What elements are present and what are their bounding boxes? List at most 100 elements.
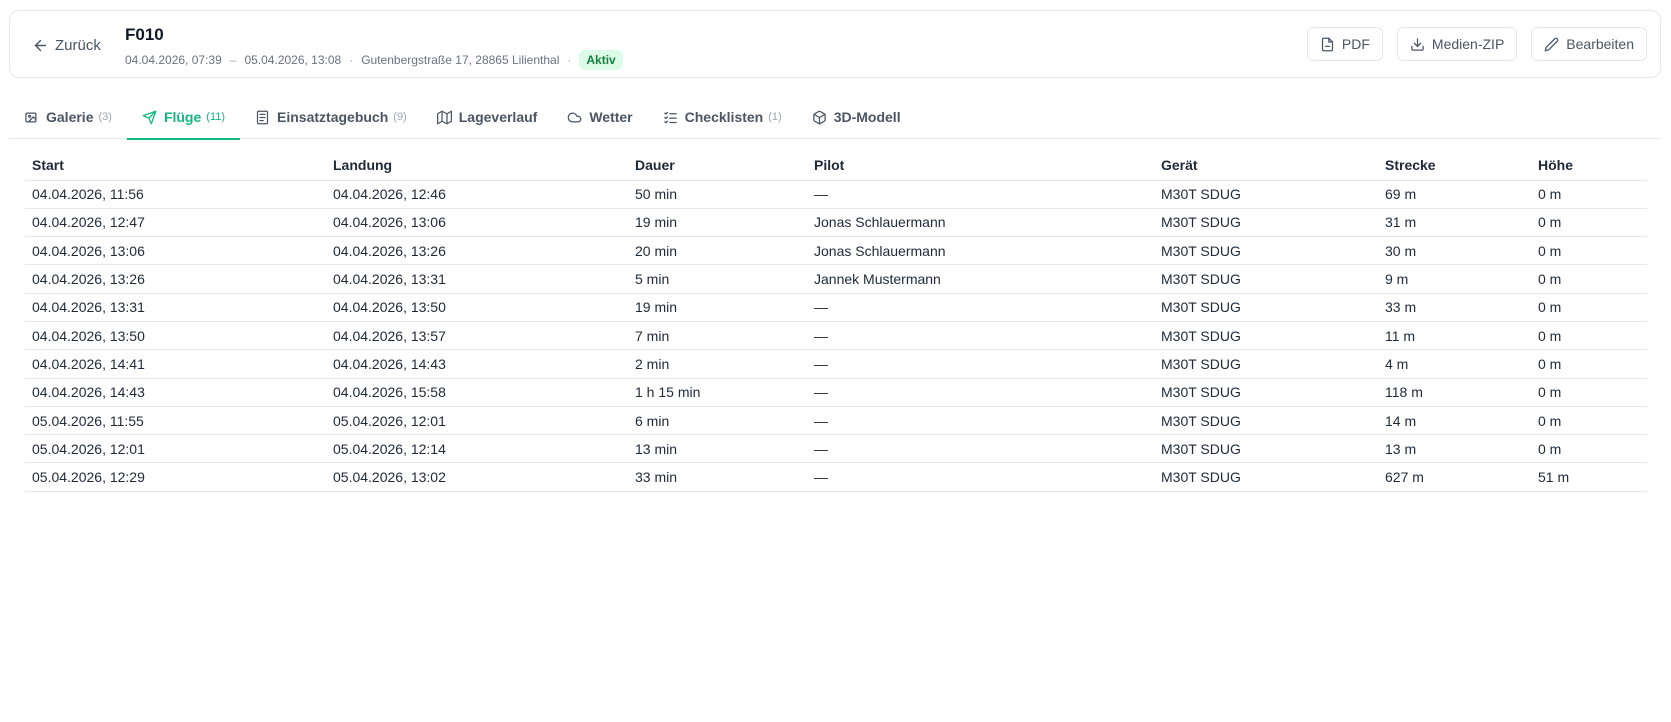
cell-distance: 118 m <box>1378 378 1531 407</box>
cell-altitude: 0 m <box>1531 321 1647 351</box>
cell-device: M30T SDUG <box>1154 180 1378 209</box>
table-row[interactable]: 04.04.2026, 13:06 04.04.2026, 13:26 20 min… <box>25 236 1647 266</box>
column-header-duration[interactable]: Dauer <box>628 150 807 181</box>
cell-start: 04.04.2026, 12:47 <box>25 208 326 238</box>
tab-3d-model[interactable]: 3D-Modell <box>797 95 916 139</box>
mission-title-block: F010 04.04.2026, 07:39 – 05.04.2026, 13:… <box>125 24 623 70</box>
column-header-pilot[interactable]: Pilot <box>807 150 1154 181</box>
cell-pilot: Jonas Schlauermann <box>807 208 1154 238</box>
tab-count: (3) <box>98 111 112 123</box>
cell-duration: 7 min <box>628 321 807 351</box>
column-header-start[interactable]: Start <box>25 150 326 181</box>
cell-altitude: 0 m <box>1531 180 1647 209</box>
tab-count: (9) <box>393 111 407 123</box>
cell-device: M30T SDUG <box>1154 434 1378 464</box>
pencil-icon <box>1544 37 1559 51</box>
tab-count: (11) <box>206 111 226 123</box>
cell-duration: 19 min <box>628 208 807 238</box>
table-row[interactable]: 04.04.2026, 13:50 04.04.2026, 13:57 7 min —… <box>25 321 1647 351</box>
cell-start: 04.04.2026, 14:43 <box>25 378 326 407</box>
cell-pilot: — <box>807 349 1154 379</box>
cell-pilot: Jannek Mustermann <box>807 264 1154 294</box>
cell-device: M30T SDUG <box>1154 462 1378 492</box>
tab-checklists[interactable]: Checklisten (1) <box>648 95 797 139</box>
cell-device: M30T SDUG <box>1154 208 1378 238</box>
cell-duration: 33 min <box>628 462 807 492</box>
cell-altitude: 0 m <box>1531 378 1647 407</box>
tab-label: 3D-Modell <box>833 109 901 125</box>
pdf-label: PDF <box>1341 36 1370 52</box>
page-title: F010 <box>125 25 164 44</box>
cell-distance: 9 m <box>1378 264 1531 294</box>
cell-duration: 5 min <box>628 264 807 294</box>
address: Gutenbergstraße 17, 28865 Lilienthal <box>361 53 560 67</box>
table-row[interactable]: 04.04.2026, 13:31 04.04.2026, 13:50 19 min… <box>25 293 1647 322</box>
table-row[interactable]: 05.04.2026, 11:55 05.04.2026, 12:01 6 min —… <box>25 406 1647 436</box>
tab-label: Checklisten <box>684 109 764 125</box>
end-time: 05.04.2026, 13:08 <box>244 53 342 67</box>
column-header-altitude[interactable]: Höhe <box>1531 150 1647 181</box>
table-row[interactable]: 05.04.2026, 12:29 05.04.2026, 13:02 33 min… <box>25 462 1647 492</box>
cell-landing: 04.04.2026, 13:06 <box>326 208 628 238</box>
cell-landing: 04.04.2026, 13:57 <box>326 321 628 351</box>
cell-altitude: 51 m <box>1531 462 1647 492</box>
file-pdf-icon <box>1321 37 1334 51</box>
tab-label: Flüge <box>163 109 202 125</box>
tab-label: Einsatztagebuch <box>277 109 389 125</box>
tab-flights[interactable]: Flüge (11) <box>126 95 241 140</box>
tab-label: Lageverlauf <box>458 109 538 125</box>
map-icon <box>436 110 452 124</box>
table-row[interactable]: 05.04.2026, 12:01 05.04.2026, 12:14 13 min… <box>25 434 1647 464</box>
cell-landing: 04.04.2026, 13:31 <box>326 264 628 294</box>
column-header-landing[interactable]: Landung <box>326 150 628 181</box>
status-badge: Aktiv <box>579 50 623 70</box>
cell-duration: 19 min <box>628 293 807 322</box>
cell-distance: 14 m <box>1378 406 1531 436</box>
column-header-device[interactable]: Gerät <box>1154 150 1378 181</box>
tab-situation[interactable]: Lageverlauf <box>422 95 553 139</box>
range-separator: – <box>229 53 237 67</box>
cell-pilot: — <box>807 321 1154 351</box>
cell-altitude: 0 m <box>1531 349 1647 379</box>
meta-separator: · <box>567 53 572 67</box>
cell-start: 04.04.2026, 11:56 <box>25 180 326 209</box>
table-row[interactable]: 04.04.2026, 14:41 04.04.2026, 14:43 2 min —… <box>25 349 1647 379</box>
table-row[interactable]: 04.04.2026, 12:47 04.04.2026, 13:06 19 min… <box>25 208 1647 238</box>
cell-start: 04.04.2026, 13:26 <box>25 264 326 294</box>
cell-pilot: — <box>807 293 1154 322</box>
table-row[interactable]: 04.04.2026, 14:43 04.04.2026, 15:58 1 h 15… <box>25 378 1647 407</box>
cell-start: 05.04.2026, 12:01 <box>25 434 326 464</box>
cell-duration: 50 min <box>628 180 807 209</box>
edit-label: Bearbeiten <box>1566 36 1634 52</box>
cell-start: 04.04.2026, 13:06 <box>25 236 326 266</box>
table-row[interactable]: 04.04.2026, 13:26 04.04.2026, 13:31 5 min J… <box>25 264 1647 294</box>
table-row[interactable]: 04.04.2026, 11:56 04.04.2026, 12:46 50 min… <box>25 180 1647 209</box>
tab-gallery[interactable]: Galerie (3) <box>9 95 127 139</box>
cell-duration: 13 min <box>628 434 807 464</box>
cell-landing: 04.04.2026, 15:58 <box>326 378 628 407</box>
back-button[interactable]: Zurück <box>32 32 101 58</box>
media-zip-button[interactable]: Medien-ZIP <box>1396 27 1518 61</box>
cell-altitude: 0 m <box>1531 236 1647 266</box>
cell-start: 05.04.2026, 11:55 <box>25 406 326 436</box>
cell-device: M30T SDUG <box>1154 406 1378 436</box>
tab-weather[interactable]: Wetter <box>552 95 647 139</box>
box-icon <box>812 110 826 124</box>
edit-button[interactable]: Bearbeiten <box>1531 27 1647 61</box>
column-header-distance[interactable]: Strecke <box>1378 150 1531 181</box>
cell-landing: 05.04.2026, 12:14 <box>326 434 628 464</box>
pdf-button[interactable]: PDF <box>1306 27 1383 61</box>
cell-distance: 4 m <box>1378 349 1531 379</box>
flights-table-body: 04.04.2026, 11:56 04.04.2026, 12:46 50 min… <box>25 180 1647 492</box>
cell-pilot: Jonas Schlauermann <box>807 236 1154 266</box>
cell-landing: 04.04.2026, 14:43 <box>326 349 628 379</box>
cell-pilot: — <box>807 378 1154 407</box>
tab-label: Wetter <box>589 109 633 125</box>
notebook-icon <box>256 110 269 124</box>
cell-duration: 6 min <box>628 406 807 436</box>
cell-start: 05.04.2026, 12:29 <box>25 462 326 492</box>
cell-duration: 1 h 15 min <box>628 378 807 407</box>
cell-landing: 05.04.2026, 12:01 <box>326 406 628 436</box>
header-actions: PDF Medien-ZIP Bearbeiten <box>1306 27 1647 61</box>
tab-logbook[interactable]: Einsatztagebuch (9) <box>240 95 422 139</box>
